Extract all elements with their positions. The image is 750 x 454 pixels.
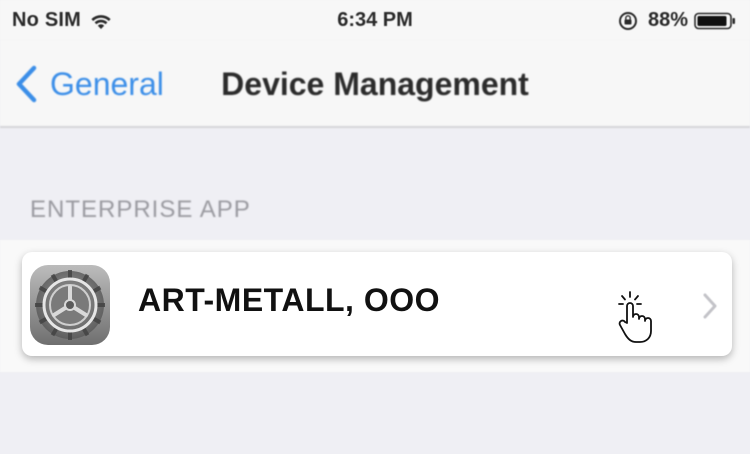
navigation-bar: General Device Management [0, 40, 750, 128]
section-header: ENTERPRISE APP [30, 196, 251, 223]
battery-percent: 88% [647, 9, 688, 31]
enterprise-profile-row[interactable]: ART-METALL, OOO [22, 252, 732, 356]
profile-name: ART-METALL, OOO [138, 282, 440, 318]
chevron-right-icon [703, 293, 717, 319]
status-bar: No SIM 6:34 PM 88% [0, 0, 750, 40]
orientation-lock-icon [618, 11, 637, 30]
settings-gear-icon [30, 265, 110, 345]
status-right: 88% [618, 9, 736, 32]
tap-pointer-icon [618, 291, 652, 343]
page-title: Device Management [221, 66, 529, 102]
battery-icon [694, 12, 735, 29]
gear-icon [35, 270, 105, 340]
